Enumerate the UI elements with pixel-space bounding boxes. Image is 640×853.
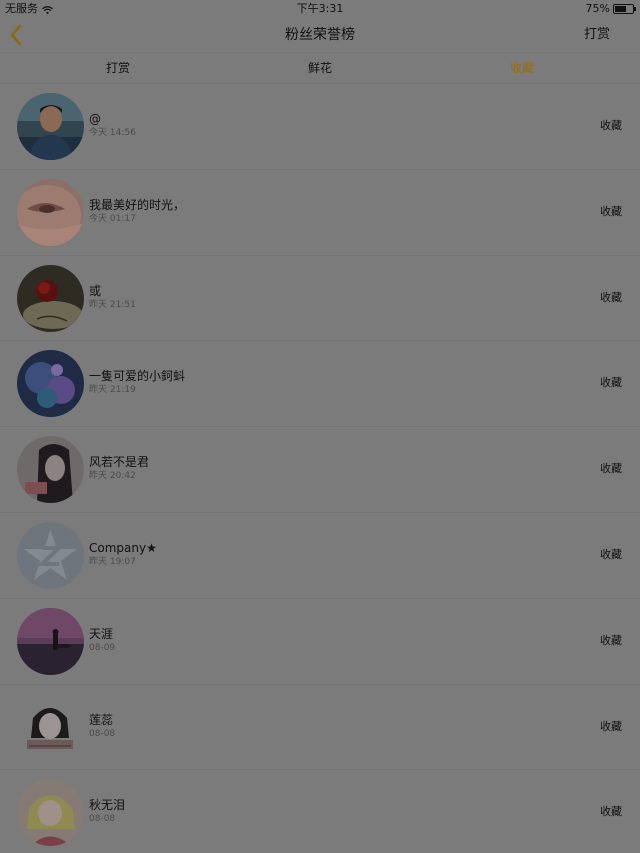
- fan-name: 一隻可爱的小鈳蚪: [89, 369, 186, 384]
- list-item[interactable]: Company★ 昨天 19:07 收藏: [0, 513, 640, 599]
- fan-time: 今天 14:56: [89, 128, 136, 138]
- page-title: 粉丝荣誉榜: [285, 27, 355, 43]
- fan-time: 08-09: [89, 642, 116, 653]
- status-time: 下午3:31: [296, 2, 344, 15]
- avatar[interactable]: [17, 607, 84, 675]
- favorite-label: 收藏: [600, 633, 622, 647]
- avatar[interactable]: [17, 779, 84, 847]
- screen: 无服务 下午3:31 75% 粉丝荣誉榜 打赏 打赏 鲜花 收藏 @ 今天 14…: [0, 0, 640, 853]
- list-item[interactable]: 天涯 08-09 收藏: [0, 599, 640, 685]
- favorite-label: 收藏: [600, 805, 622, 819]
- fan-name: 或: [89, 283, 102, 298]
- battery-fill: [615, 6, 627, 12]
- tab-flowers[interactable]: 鲜花: [260, 53, 380, 83]
- avatar[interactable]: [17, 264, 84, 332]
- fan-name: 风若不是君: [89, 455, 150, 470]
- favorite-label: 收藏: [600, 119, 622, 132]
- battery-percent: 75%: [585, 2, 610, 15]
- avatar[interactable]: [17, 350, 84, 418]
- tab-bar: 打赏 鲜花 收藏: [0, 52, 640, 84]
- fan-time: 昨天 20:42: [89, 471, 136, 482]
- fan-time: 今天 01:17: [89, 213, 136, 224]
- fan-list: @ 今天 14:56 收藏 我最美好的时光， 今天 01:17 收藏 或 昨天 …: [0, 84, 640, 853]
- list-item[interactable]: 秋无泪 08-08 收藏: [0, 770, 640, 853]
- fan-name: 我最美好的时光，: [89, 197, 186, 212]
- avatar[interactable]: [17, 693, 84, 761]
- fan-name: @: [89, 112, 101, 126]
- list-item[interactable]: @ 今天 14:56 收藏: [0, 84, 640, 170]
- fan-name: 秋无泪: [89, 798, 126, 813]
- fan-time: 昨天 21:51: [89, 299, 136, 310]
- nav-bar: 粉丝荣誉榜 打赏: [0, 18, 640, 52]
- list-item[interactable]: 一隻可爱的小鈳蚪 昨天 21:19 收藏: [0, 341, 640, 428]
- avatar[interactable]: [17, 521, 84, 589]
- favorite-label: 收藏: [600, 290, 622, 304]
- list-item[interactable]: 或 昨天 21:51 收藏: [0, 256, 640, 342]
- fan-name: 天涯: [89, 626, 114, 641]
- fan-time: 08-08: [89, 728, 116, 739]
- fan-name: 莲蕊: [89, 712, 114, 727]
- tab-reward[interactable]: 打赏: [58, 53, 178, 83]
- status-right: 75%: [585, 0, 636, 18]
- tab-favorites[interactable]: 收藏: [462, 53, 582, 83]
- fan-time: 08-08: [89, 814, 116, 825]
- avatar[interactable]: [17, 178, 84, 246]
- favorite-label: 收藏: [600, 462, 622, 476]
- fan-time: 昨天 21:19: [89, 385, 136, 396]
- list-item[interactable]: 我最美好的时光， 今天 01:17 收藏: [0, 170, 640, 256]
- favorite-label: 收藏: [600, 376, 622, 390]
- list-item[interactable]: 风若不是君 昨天 20:42 收藏: [0, 427, 640, 513]
- reward-button[interactable]: 打赏: [584, 18, 610, 52]
- battery-tip: [634, 7, 636, 11]
- battery-icon: [613, 4, 636, 14]
- avatar[interactable]: [17, 93, 84, 160]
- avatar[interactable]: [17, 436, 84, 504]
- favorite-label: 收藏: [600, 547, 622, 561]
- favorite-label: 收藏: [600, 204, 622, 218]
- favorite-label: 收藏: [600, 719, 622, 733]
- fan-time: 昨天 19:07: [89, 556, 136, 567]
- fan-name: Company★: [89, 540, 157, 555]
- list-item[interactable]: 莲蕊 08-08 收藏: [0, 685, 640, 771]
- status-bar: 无服务 下午3:31 75%: [0, 0, 640, 18]
